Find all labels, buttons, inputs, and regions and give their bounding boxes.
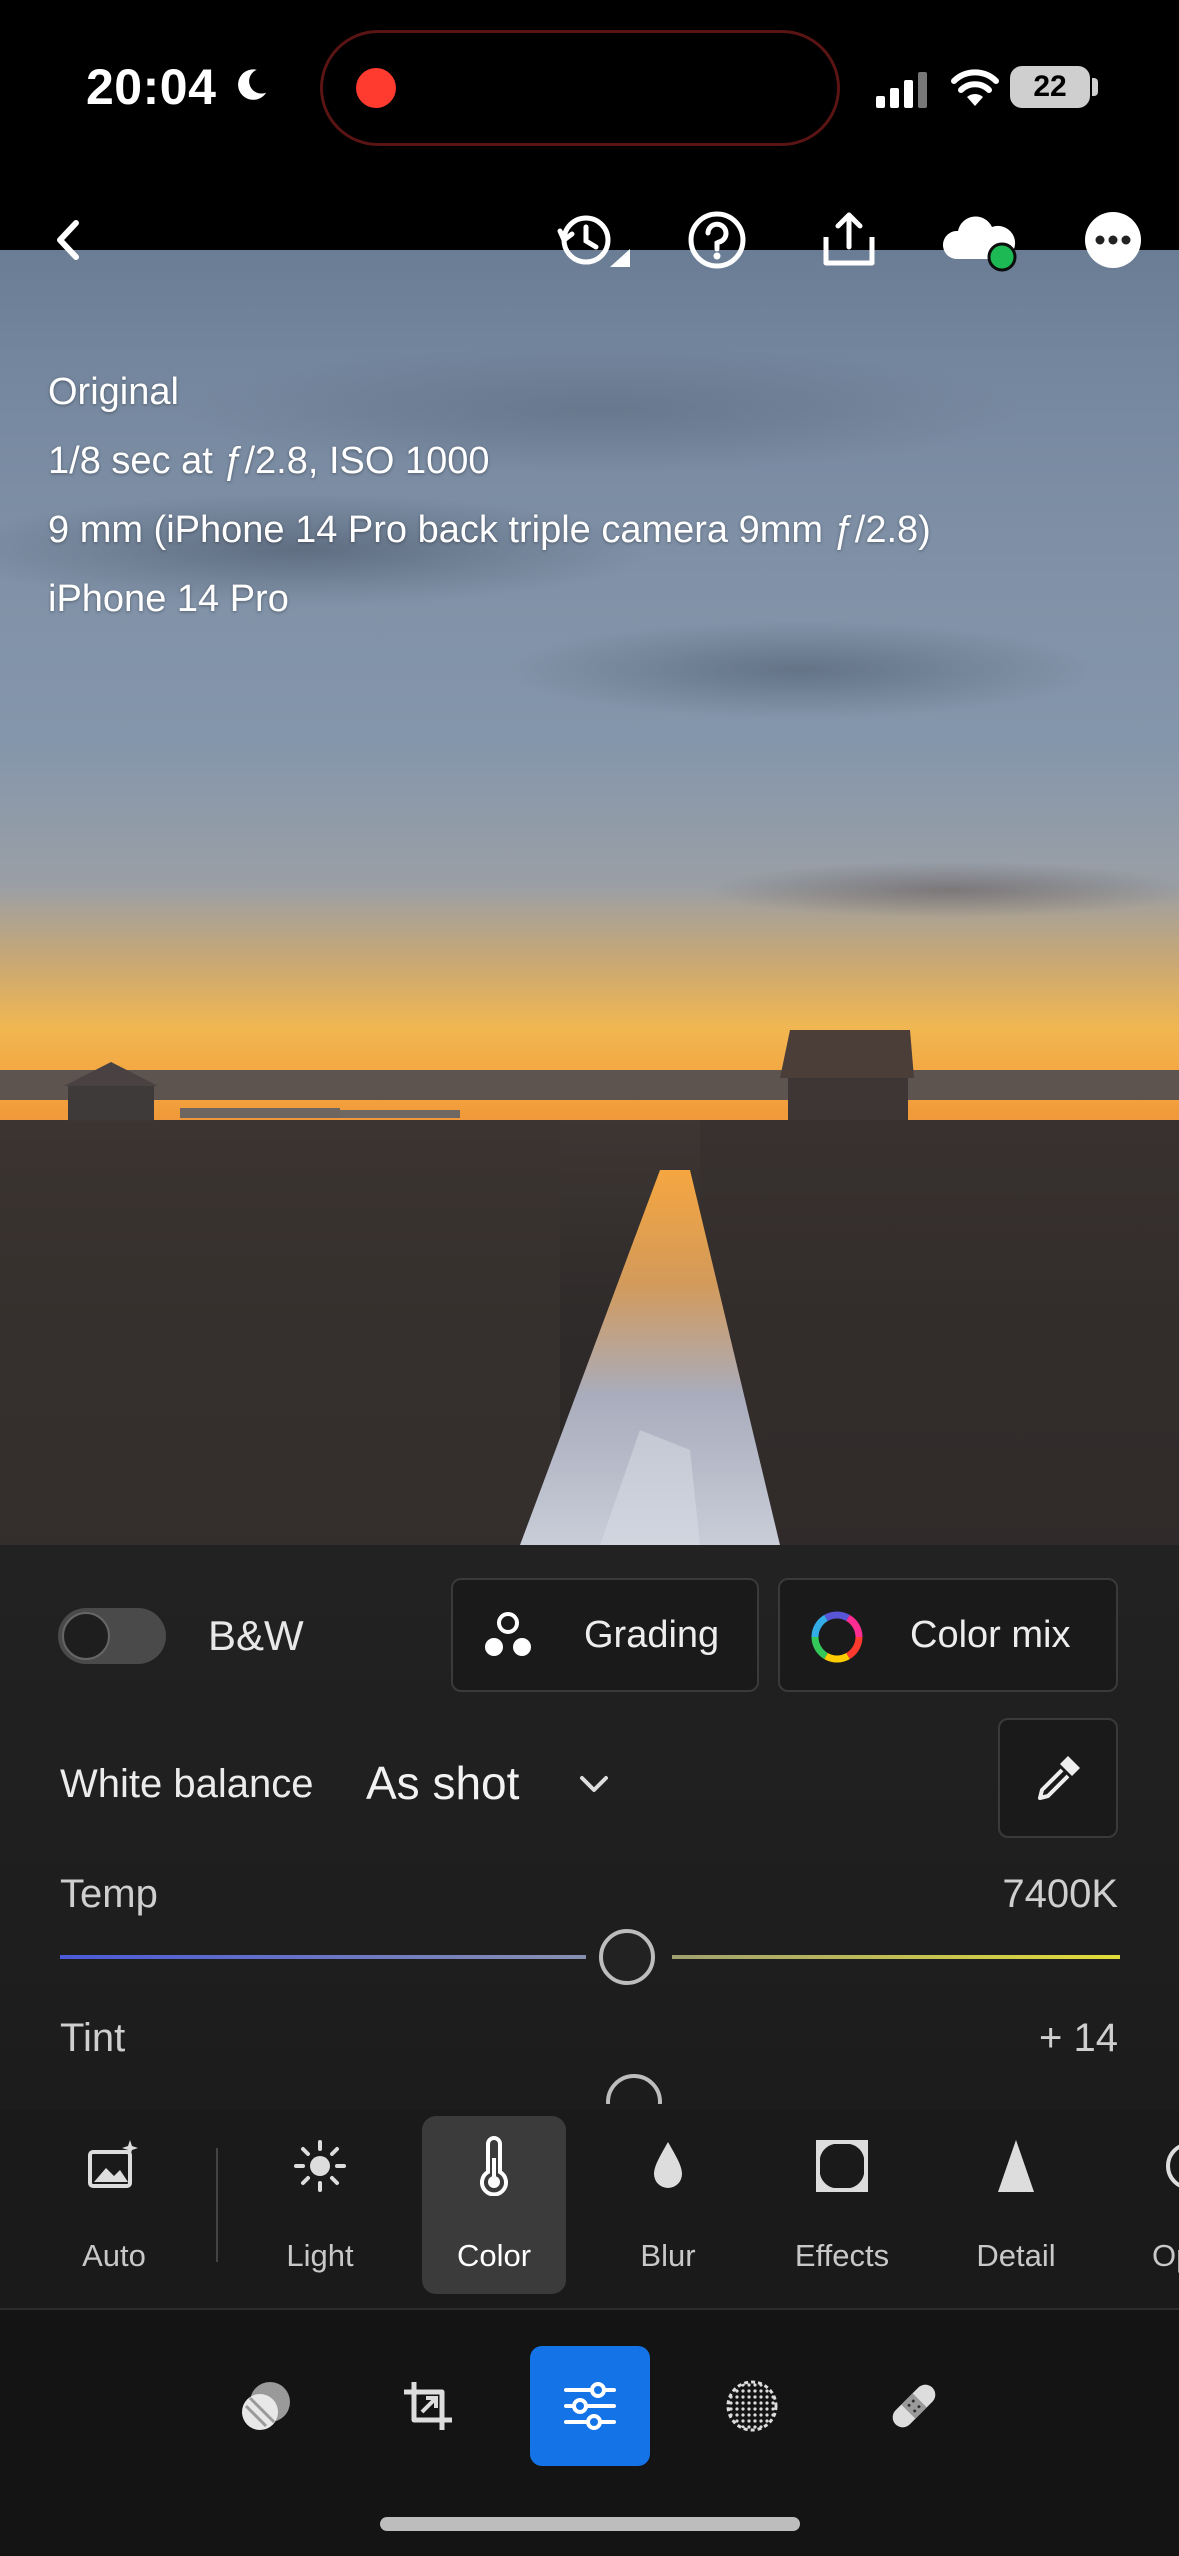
help-icon[interactable] (682, 205, 752, 275)
eyedropper-icon (1038, 1756, 1080, 1800)
battery-icon: 22 (1010, 66, 1090, 108)
tab-label: Auto (82, 2238, 146, 2273)
tab-effects[interactable]: Effects (770, 2116, 914, 2294)
photo-info-camera: iPhone 14 Pro (48, 578, 289, 620)
healing-button[interactable] (854, 2346, 974, 2466)
color-wheel-icon (811, 1611, 863, 1663)
photo-info-exposure: 1/8 sec at ƒ/2.8, ISO 1000 (48, 440, 490, 482)
white-balance-label: White balance (60, 1762, 314, 1806)
crop-icon (404, 2382, 452, 2430)
white-balance-dropdown[interactable]: As shot (366, 1756, 519, 1810)
grading-label: Grading (584, 1614, 720, 1656)
temp-slider-track-left[interactable] (60, 1955, 586, 1959)
tab-auto[interactable]: Auto (42, 2116, 186, 2294)
tab-label: Effects (794, 2238, 890, 2273)
home-indicator[interactable] (380, 2517, 800, 2531)
temp-slider-thumb[interactable] (599, 1929, 655, 1985)
temp-value[interactable]: 7400K (900, 1872, 1118, 1917)
battery-cap (1092, 78, 1098, 96)
sun-icon (294, 2140, 346, 2192)
tab-optics[interactable]: Op (1118, 2116, 1179, 2294)
tab-label: Op (1152, 2238, 1179, 2273)
tab-separator (216, 2148, 218, 2262)
edit-button[interactable] (530, 2346, 650, 2466)
tint-label: Tint (60, 2016, 126, 2060)
photo-info-original: Original (48, 371, 179, 413)
masking-button[interactable] (692, 2346, 812, 2466)
dynamic-island[interactable] (320, 30, 840, 146)
tab-light[interactable]: Light (248, 2116, 392, 2294)
tab-color[interactable]: Color (422, 2116, 566, 2294)
color-mix-label: Color mix (910, 1614, 1071, 1656)
vignette-icon (816, 2140, 868, 2192)
auto-enhance-icon (88, 2140, 138, 2188)
crop-button[interactable] (368, 2346, 488, 2466)
tab-label: Light (286, 2238, 354, 2273)
masking-icon (726, 2380, 778, 2432)
grading-icon (485, 1612, 531, 1656)
optics-icon (1166, 2144, 1179, 2188)
status-time: 20:04 (86, 59, 217, 115)
moon-icon (238, 69, 267, 100)
drop-icon (654, 2142, 682, 2188)
more-icon[interactable] (1078, 205, 1148, 275)
photo-info-lens: 9 mm (iPhone 14 Pro back triple camera 9… (48, 509, 931, 551)
cellular-signal-icon (876, 72, 927, 108)
tab-label: Color (456, 2238, 532, 2273)
tint-value[interactable]: + 14 (900, 2016, 1118, 2061)
back-chevron-icon[interactable] (34, 205, 104, 275)
presets-icon (242, 2382, 290, 2430)
share-icon[interactable] (814, 205, 884, 275)
tab-blur[interactable]: Blur (596, 2116, 740, 2294)
presets-button[interactable] (206, 2346, 326, 2466)
thermometer-icon (480, 2136, 508, 2196)
chevron-down-icon[interactable] (574, 1764, 614, 1804)
bw-toggle-knob[interactable] (62, 1612, 110, 1660)
history-icon[interactable] (550, 205, 636, 275)
tab-label: Blur (640, 2238, 696, 2273)
bw-label: B&W (208, 1612, 304, 1659)
cloud-sync-icon[interactable] (938, 205, 1028, 275)
tab-label: Detail (976, 2238, 1056, 2273)
temp-slider-track-right[interactable] (672, 1955, 1120, 1959)
wifi-icon (951, 69, 999, 106)
healing-bandage-icon (892, 2384, 936, 2428)
triangle-icon (998, 2140, 1034, 2192)
photo-info-overlay: Original 1/8 sec at ƒ/2.8, ISO 1000 9 mm… (48, 358, 931, 634)
edit-sliders-icon (564, 2382, 616, 2430)
tint-slider-thumb[interactable] (606, 2074, 662, 2104)
temp-label: Temp (60, 1872, 158, 1916)
recording-dot (356, 68, 396, 108)
tab-detail[interactable]: Detail (944, 2116, 1088, 2294)
